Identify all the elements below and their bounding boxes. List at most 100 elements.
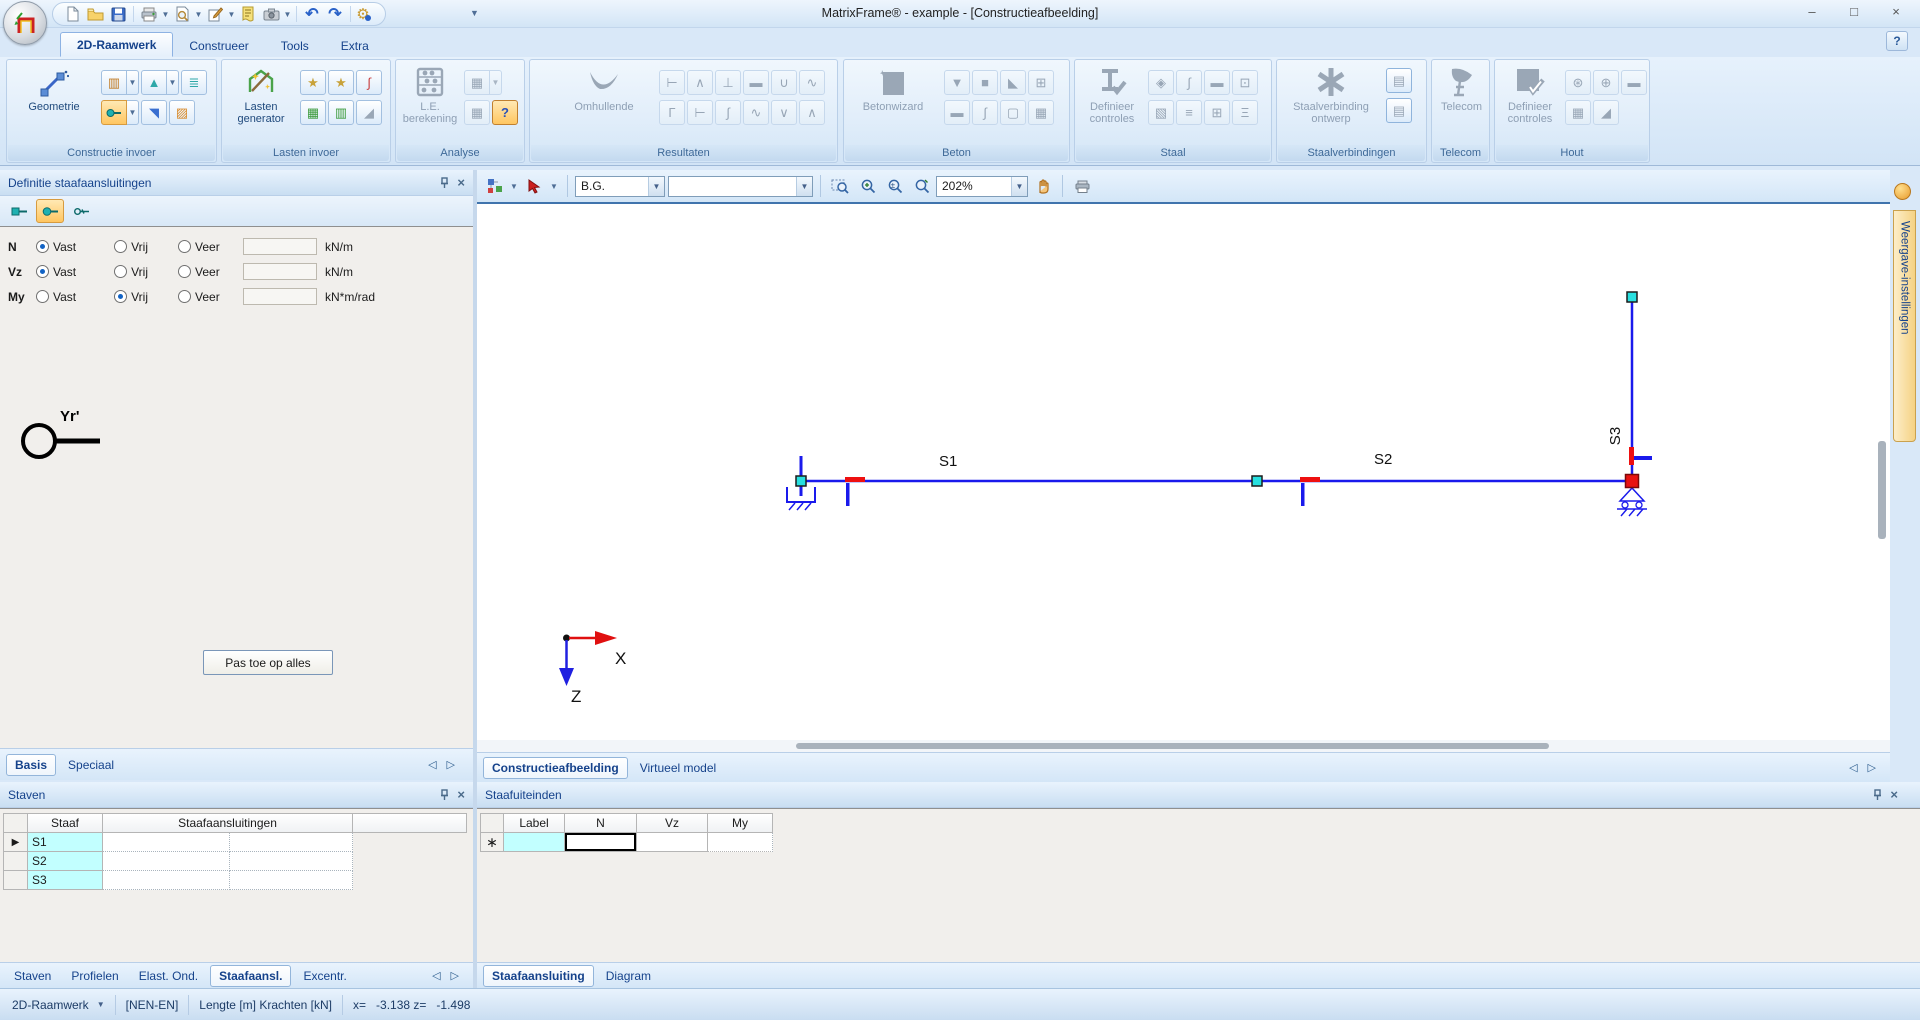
close-panel-icon[interactable]: × [457,175,465,190]
tab-staafaansl[interactable]: Staafaansl. [210,965,291,987]
node-4[interactable] [1627,292,1637,302]
node-2[interactable] [1252,476,1262,486]
my-vast-radio[interactable] [36,290,49,303]
view-settings-launcher-icon[interactable] [1894,183,1911,200]
combo-dropdown-icon[interactable]: ▼ [648,177,664,196]
zoom-extents-button[interactable] [855,174,879,198]
redo-button[interactable]: ↷ [324,4,346,24]
member-profile-dropdown[interactable]: ▼ [127,70,139,95]
tab-speciaal[interactable]: Speciaal [60,755,122,775]
vz-vrij-radio[interactable] [114,265,127,278]
aansluiting-eind-cell[interactable] [230,871,353,890]
my-vrij-radio[interactable] [114,290,127,303]
close-panel-icon[interactable]: × [457,787,465,802]
select-mode-dropdown[interactable]: ▼ [550,182,560,191]
vz-vast-radio[interactable] [36,265,49,278]
edit-dropdown-arrow[interactable]: ▼ [227,10,236,19]
roller-support-icon[interactable] [1620,488,1644,501]
aansluiting-begin-cell[interactable] [103,871,230,890]
tab-scroll-left-icon[interactable]: ◁ [428,758,436,771]
tab-excentr[interactable]: Excentr. [295,966,354,986]
my-veer-radio[interactable] [178,290,191,303]
report-button[interactable] [237,4,259,24]
tab-scroll-right-icon[interactable]: ▷ [1868,761,1876,774]
application-menu-button[interactable] [3,1,47,45]
tab-constructieafbeelding[interactable]: Constructieafbeelding [483,757,628,779]
tab-elast-ond[interactable]: Elast. Ond. [131,966,206,986]
spring-connection-button[interactable] [67,199,95,223]
tab-diagram[interactable]: Diagram [598,966,659,986]
node-1[interactable] [796,476,806,486]
staaf-cell[interactable]: S3 [28,871,103,890]
aansluiting-begin-cell[interactable] [103,833,230,852]
snapshot-dropdown-arrow[interactable]: ▼ [283,10,292,19]
fixed-connection-button[interactable] [5,199,33,223]
tab-virtueel-model[interactable]: Virtueel model [632,758,725,778]
tab-basis[interactable]: Basis [6,754,56,776]
horizontal-scrollbar-thumb[interactable] [796,743,1549,749]
tab-extra[interactable]: Extra [325,34,385,57]
my-cell[interactable] [708,833,773,852]
hinged-connection-button[interactable] [36,199,64,223]
module-dropdown-icon[interactable]: ▼ [97,1000,105,1009]
vertical-scrollbar-thumb[interactable] [1878,441,1886,539]
print-preview-button[interactable] [171,4,193,24]
close-button[interactable]: × [1882,4,1910,19]
member-profile-button[interactable]: ▥ [101,70,127,95]
zoom-in-out-button[interactable]: ± [882,174,906,198]
settings-gear-button[interactable]: ⚙ [355,4,377,24]
aansluiting-begin-cell[interactable] [103,852,230,871]
pin-icon[interactable] [440,789,449,801]
table-row[interactable]: S3 [3,871,467,890]
select-mode-button[interactable] [523,174,547,198]
combo-dropdown-icon[interactable]: ▼ [1011,177,1027,196]
open-button[interactable] [84,4,106,24]
support-button[interactable]: ▲ [141,70,167,95]
new-record-row[interactable]: ∗ [480,833,773,852]
tab-scroll-left-icon[interactable]: ◁ [432,969,440,982]
vz-spring-value-input[interactable] [243,263,317,280]
save-button[interactable] [107,4,129,24]
display-options-dropdown[interactable]: ▼ [510,182,520,191]
zoom-dynamic-button[interactable] [909,174,933,198]
hatch-panel-button[interactable]: ▨ [169,100,195,125]
tab-staafaansluiting[interactable]: Staafaansluiting [483,965,594,987]
zoom-window-button[interactable] [828,174,852,198]
print-button[interactable] [138,4,160,24]
node-support-button[interactable]: ◥ [141,100,167,125]
n-cell-active[interactable] [565,833,637,852]
aansluiting-eind-cell[interactable] [230,833,353,852]
loadcase-type-combo[interactable]: B.G. ▼ [575,176,665,197]
print-dropdown-arrow[interactable]: ▼ [161,10,170,19]
print-preview-dropdown-arrow[interactable]: ▼ [194,10,203,19]
help-button[interactable]: ? [1886,31,1908,51]
close-panel-icon[interactable]: × [1890,787,1898,802]
edit-button[interactable] [204,4,226,24]
tab-staven[interactable]: Staven [6,966,59,986]
table-row[interactable]: S2 [3,852,467,871]
connection-base-button[interactable]: ▤ [1386,98,1412,123]
support-dropdown[interactable]: ▼ [167,70,179,95]
tab-tools[interactable]: Tools [265,34,325,57]
staaf-cell[interactable]: S2 [28,852,103,871]
minimize-button[interactable]: – [1798,4,1826,19]
n-vast-radio[interactable] [36,240,49,253]
restore-button[interactable]: □ [1840,4,1868,19]
member-connection-button[interactable] [101,100,127,125]
aansluiting-eind-cell[interactable] [230,852,353,871]
vz-cell[interactable] [637,833,708,852]
calculation-check-button[interactable]: ? [492,100,518,125]
n-veer-radio[interactable] [178,240,191,253]
tab-scroll-right-icon[interactable]: ▷ [451,969,459,982]
model-canvas[interactable]: S1 S2 S3 X Z [477,204,1890,740]
load-wizard-point-button[interactable]: ★ [328,70,354,95]
connection-frame-button[interactable]: ▤ [1386,68,1412,93]
zoom-level-combo[interactable]: 202% ▼ [936,176,1028,197]
load-table-button[interactable]: ▦ [300,100,326,125]
tab-scroll-left-icon[interactable]: ◁ [1849,761,1857,774]
n-spring-value-input[interactable] [243,238,317,255]
new-document-button[interactable] [61,4,83,24]
undo-button[interactable]: ↶ [301,4,323,24]
view-settings-tab[interactable]: Weergave-instellingen [1893,210,1916,442]
staaf-cell[interactable]: S1 [28,833,103,852]
